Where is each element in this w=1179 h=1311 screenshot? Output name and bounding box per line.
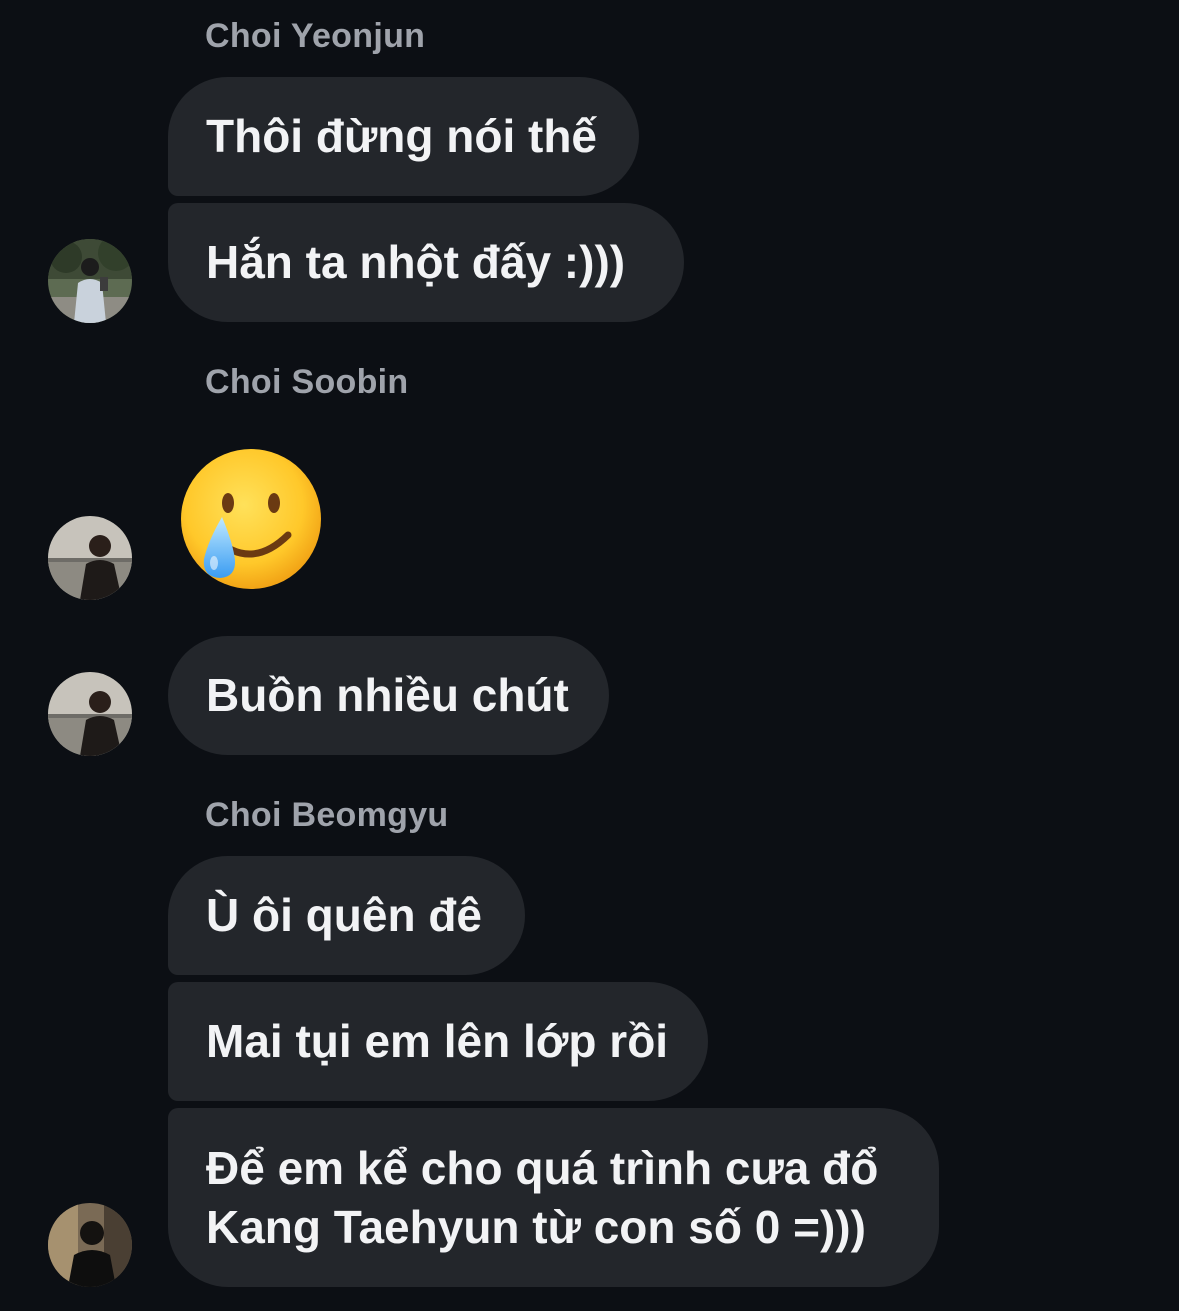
message-bubble[interactable]: Thôi đừng nói thế [168,77,639,196]
message-bubble[interactable]: Để em kể cho quá trình cưa đổ Kang Taehy… [168,1108,939,1287]
avatar[interactable] [48,516,132,600]
message-bubble[interactable]: Hắn ta nhột đấy :))) [168,203,684,322]
sender-name: Choi Beomgyu [205,796,449,834]
message-bubble[interactable]: Mai tụi em lên lớp rồi [168,982,708,1101]
sender-name: Choi Soobin [205,363,409,401]
avatar[interactable] [48,1203,132,1287]
message-bubble[interactable]: Ù ôi quên đê [168,856,525,975]
sender-name: Choi Yeonjun [205,17,426,55]
avatar[interactable] [48,672,132,756]
message-line: Kang Taehyun từ con số 0 =))) [206,1200,866,1253]
message-bubble[interactable]: Buồn nhiều chút [168,636,609,755]
smiling-face-with-tear-icon[interactable] [178,447,324,593]
avatar[interactable] [48,239,132,323]
message-line: Để em kể cho quá trình cưa đổ [206,1141,879,1194]
chat-thread: Choi Yeonjun Thôi đừng nói thế Hắn ta nh… [0,0,1179,1311]
